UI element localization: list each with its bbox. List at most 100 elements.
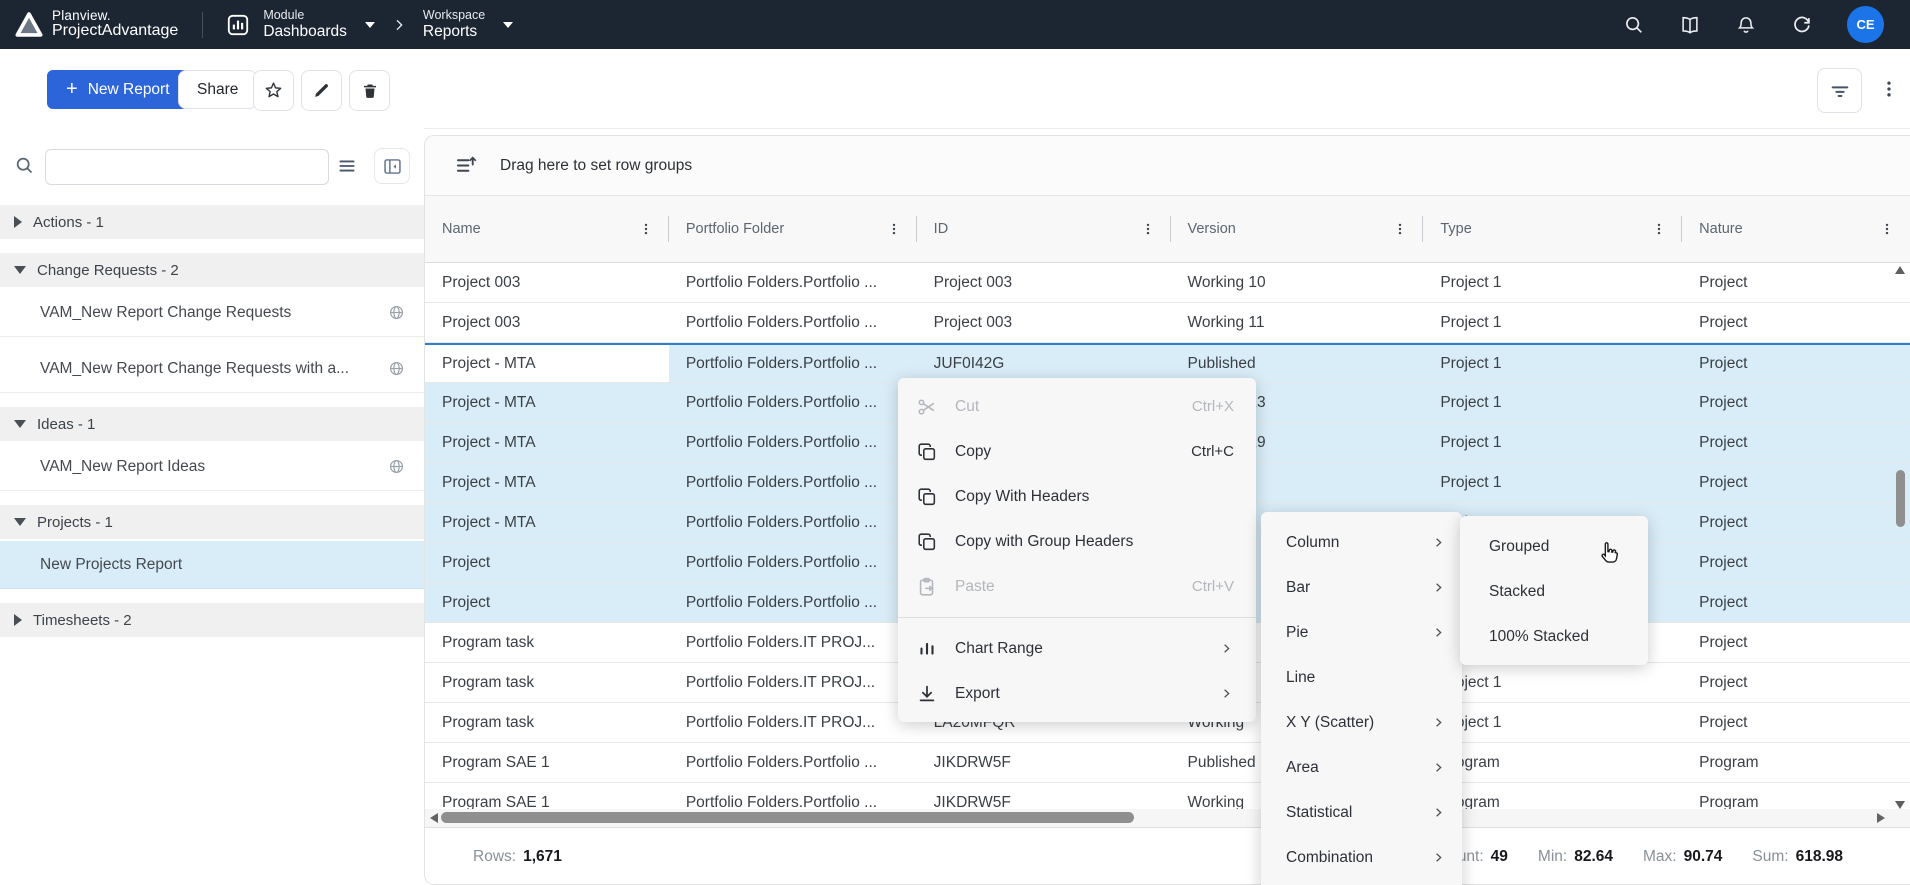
column-header-version[interactable]: Version [1171, 196, 1424, 262]
cell-name[interactable]: Program SAE 1 [425, 743, 669, 782]
cell-nature[interactable]: Project [1682, 303, 1910, 342]
cell-nature[interactable]: Project [1682, 423, 1910, 462]
docs-book-icon[interactable] [1679, 14, 1701, 36]
cell-version[interactable]: Published [1171, 345, 1424, 382]
cell-id[interactable]: JUF0I42G [917, 345, 1171, 382]
sidebar-group-change-requests-2[interactable]: Change Requests - 2 [0, 253, 424, 287]
cell-type[interactable]: Project 1 [1423, 423, 1682, 462]
cell-portfolio-folder[interactable]: Portfolio Folders.Portfolio ... [669, 383, 917, 422]
cell-name[interactable]: Project 003 [425, 263, 669, 302]
chart-type-x-y-scatter[interactable]: X Y (Scatter) [1261, 700, 1462, 745]
chart-type-combination[interactable]: Combination [1261, 835, 1462, 880]
cell-id[interactable]: Project 003 [917, 303, 1171, 342]
cell-portfolio-folder[interactable]: Portfolio Folders.IT PROJ... [669, 623, 917, 662]
cell-portfolio-folder[interactable]: Portfolio Folders.Portfolio ... [669, 543, 917, 582]
sidebar-item-vam-new-report-change-requests[interactable]: VAM_New Report Change Requests [0, 289, 424, 337]
cell-portfolio-folder[interactable]: Portfolio Folders.Portfolio ... [669, 263, 917, 302]
cell-name[interactable]: Program SAE 1 [425, 783, 669, 809]
sidebar-menu-button[interactable] [336, 155, 358, 177]
column-menu-kebab-icon[interactable] [1880, 220, 1894, 238]
cell-portfolio-folder[interactable]: Portfolio Folders.Portfolio ... [669, 743, 917, 782]
chart-type-bar[interactable]: Bar [1261, 565, 1462, 610]
cell-id[interactable]: JIKDRW5F [917, 783, 1171, 809]
cell-name[interactable]: Project - MTA [425, 383, 669, 422]
share-button[interactable]: Share [178, 70, 257, 109]
scroll-right-icon[interactable] [1877, 813, 1885, 823]
menu-item-copy-with-group-headers[interactable]: Copy with Group Headers [898, 519, 1256, 564]
cell-portfolio-folder[interactable]: Portfolio Folders.Portfolio ... [669, 583, 917, 622]
cell-nature[interactable]: Program [1682, 783, 1910, 809]
sidebar-group-ideas-1[interactable]: Ideas - 1 [0, 407, 424, 441]
table-row[interactable]: Project 003Portfolio Folders.Portfolio .… [425, 303, 1910, 343]
module-switcher[interactable]: Module Dashboards [225, 8, 375, 40]
cell-nature[interactable]: Project [1682, 663, 1910, 702]
favorite-button[interactable] [253, 70, 294, 111]
sidebar-item-new-projects-report[interactable]: New Projects Report [0, 541, 424, 589]
sidebar-item-vam-new-report-ideas[interactable]: VAM_New Report Ideas [0, 443, 424, 491]
cell-type[interactable]: Project 1 [1423, 345, 1682, 382]
cell-nature[interactable]: Project [1682, 383, 1910, 422]
cell-name[interactable]: Project - MTA [425, 463, 669, 502]
cell-id[interactable]: JIKDRW5F [917, 743, 1171, 782]
cell-nature[interactable]: Project [1682, 345, 1910, 382]
cell-portfolio-folder[interactable]: Portfolio Folders.Portfolio ... [669, 503, 917, 542]
cell-nature[interactable]: Project [1682, 463, 1910, 502]
chart-type-pie[interactable]: Pie [1261, 610, 1462, 655]
avatar[interactable]: CE [1847, 6, 1884, 43]
scroll-left-icon[interactable] [430, 813, 438, 823]
vertical-scrollbar[interactable] [1894, 266, 1908, 809]
chart-type-statistical[interactable]: Statistical [1261, 790, 1462, 835]
cell-name[interactable]: Project 003 [425, 303, 669, 342]
column-menu-kebab-icon[interactable] [639, 220, 653, 238]
cell-name[interactable]: Program task [425, 703, 669, 742]
table-row[interactable]: Project - MTAPortfolio Folders.Portfolio… [425, 343, 1910, 383]
cell-portfolio-folder[interactable]: Portfolio Folders.Portfolio ... [669, 303, 917, 342]
scroll-down-icon[interactable] [1895, 801, 1905, 809]
sidebar-search-input[interactable] [45, 149, 329, 185]
cell-name[interactable]: Project - MTA [425, 345, 669, 382]
edit-button[interactable] [301, 70, 342, 111]
column-header-portfolio-folder[interactable]: Portfolio Folder [669, 196, 917, 262]
sidebar-group-timesheets-2[interactable]: Timesheets - 2 [0, 603, 424, 637]
menu-item-copy-with-headers[interactable]: Copy With Headers [898, 474, 1256, 519]
filter-button[interactable] [1817, 68, 1862, 113]
cell-id[interactable]: Project 003 [917, 263, 1171, 302]
menu-item-chart-range[interactable]: Chart Range [898, 626, 1256, 671]
notifications-bell-icon[interactable] [1735, 14, 1757, 36]
cell-portfolio-folder[interactable]: Portfolio Folders.Portfolio ... [669, 463, 917, 502]
cell-version[interactable]: Working 11 [1171, 303, 1424, 342]
cell-name[interactable]: Project [425, 543, 669, 582]
cell-type[interactable]: Program [1423, 783, 1682, 809]
cell-nature[interactable]: Program [1682, 743, 1910, 782]
sidebar-item-vam-new-report-change-requests-with-a[interactable]: VAM_New Report Change Requests with a... [0, 345, 424, 393]
vertical-scrollbar-thumb[interactable] [1896, 470, 1905, 527]
cell-nature[interactable]: Project [1682, 263, 1910, 302]
horizontal-scrollbar-thumb[interactable] [441, 812, 1134, 823]
cell-type[interactable]: Project 1 [1423, 383, 1682, 422]
cell-portfolio-folder[interactable]: Portfolio Folders.IT PROJ... [669, 663, 917, 702]
table-row[interactable]: Project 003Portfolio Folders.Portfolio .… [425, 263, 1910, 303]
new-report-button[interactable]: + New Report [47, 70, 189, 109]
column-variant-100-stacked[interactable]: 100% Stacked [1460, 614, 1648, 659]
column-header-type[interactable]: Type [1423, 196, 1682, 262]
cell-name[interactable]: Program task [425, 663, 669, 702]
cell-type[interactable]: Project 1 [1423, 703, 1682, 742]
column-header-nature[interactable]: Nature [1682, 196, 1910, 262]
sidebar-group-actions-1[interactable]: Actions - 1 [0, 205, 424, 239]
cell-type[interactable]: Project 1 [1423, 263, 1682, 302]
chart-type-column[interactable]: Column [1261, 520, 1462, 565]
cell-portfolio-folder[interactable]: Portfolio Folders.Portfolio ... [669, 345, 917, 382]
cell-type[interactable]: Project 1 [1423, 303, 1682, 342]
column-variant-stacked[interactable]: Stacked [1460, 569, 1648, 614]
column-menu-kebab-icon[interactable] [887, 220, 901, 238]
cell-portfolio-folder[interactable]: Portfolio Folders.Portfolio ... [669, 783, 917, 809]
delete-button[interactable] [349, 70, 390, 111]
chart-type-area[interactable]: Area [1261, 745, 1462, 790]
search-icon[interactable] [1623, 14, 1645, 36]
cell-version[interactable]: Working 10 [1171, 263, 1424, 302]
cell-nature[interactable]: Project [1682, 503, 1910, 542]
cell-name[interactable]: Project - MTA [425, 423, 669, 462]
cell-name[interactable]: Project - MTA [425, 503, 669, 542]
horizontal-scrollbar[interactable] [425, 809, 1910, 827]
cell-nature[interactable]: Project [1682, 543, 1910, 582]
